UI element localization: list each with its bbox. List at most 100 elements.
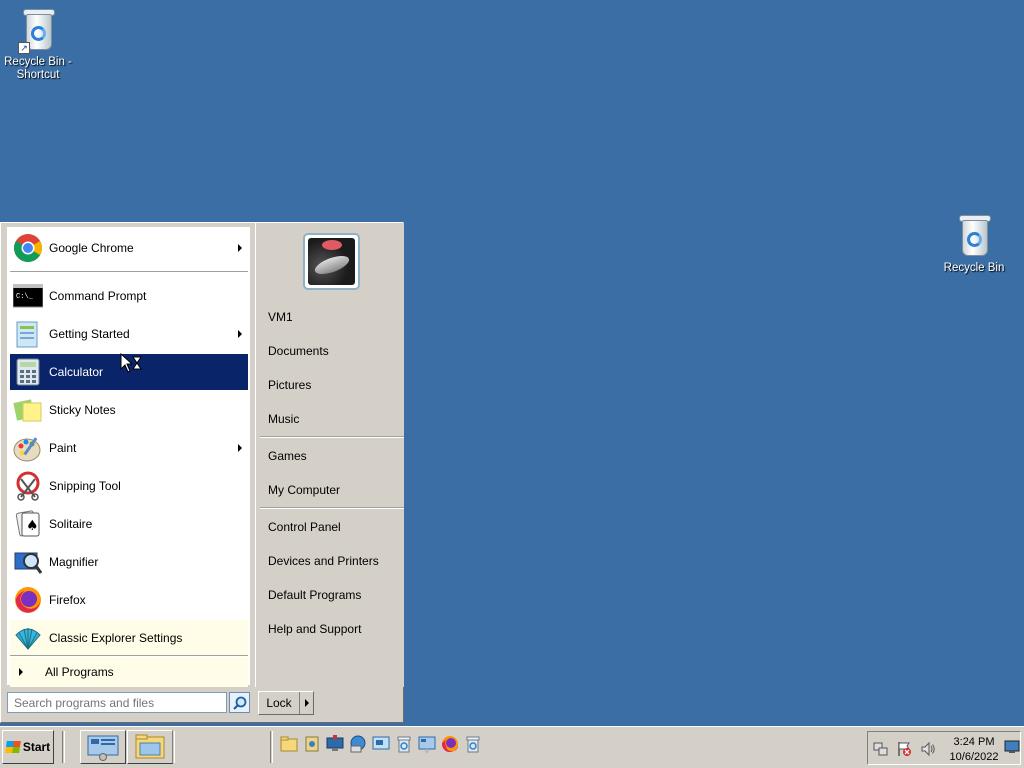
- lock-button[interactable]: Lock: [258, 691, 314, 715]
- search-row: Lock: [7, 691, 399, 717]
- program-label: Sticky Notes: [49, 403, 116, 417]
- program-label: Getting Started: [49, 327, 130, 341]
- clock-date: 10/6/2022: [949, 751, 999, 763]
- svg-text:C:\_: C:\_: [16, 293, 34, 301]
- taskbar-button-server-manager[interactable]: [80, 730, 126, 764]
- start-button[interactable]: Start: [2, 730, 54, 764]
- program-google-chrome[interactable]: Google Chrome: [10, 230, 248, 266]
- place-games[interactable]: Games: [268, 449, 307, 463]
- shortcut-arrow-icon: ↗: [18, 42, 30, 54]
- snipping-tool-icon: [13, 471, 43, 501]
- command-prompt-icon: C:\_: [12, 281, 44, 311]
- network-icon[interactable]: [873, 741, 889, 757]
- places-pane: VM1 Documents Pictures Music Games My Co…: [255, 223, 404, 687]
- solitaire-icon: ♠: [13, 509, 43, 539]
- folder-icon: [135, 734, 165, 759]
- submenu-arrow-icon: [238, 444, 242, 452]
- recycle-bin-icon: [954, 212, 994, 260]
- quicklaunch-server-manager-icon[interactable]: [417, 734, 437, 754]
- desktop-icon-recycle-bin-shortcut[interactable]: ↗ Recycle Bin - Shortcut: [0, 6, 76, 82]
- classic-shell-icon: [13, 623, 43, 653]
- server-manager-icon: [87, 735, 119, 761]
- program-label: Google Chrome: [49, 241, 134, 255]
- chrome-icon: [13, 233, 43, 263]
- taskbar: Start 3:24 PM 10/6/2022: [0, 726, 1024, 768]
- user-picture[interactable]: [303, 233, 360, 290]
- place-help-and-support[interactable]: Help and Support: [268, 622, 361, 636]
- desktop-icon-recycle-bin[interactable]: Recycle Bin: [936, 212, 1012, 275]
- svg-text:♠: ♠: [26, 518, 39, 534]
- notification-area: 3:24 PM 10/6/2022: [867, 731, 1021, 765]
- clock[interactable]: 3:24 PM 10/6/2022: [944, 735, 1004, 765]
- desktop-icon-label: Recycle Bin: [943, 262, 1005, 274]
- quicklaunch-firefox-icon[interactable]: [440, 734, 460, 754]
- place-documents[interactable]: Documents: [268, 344, 329, 358]
- place-control-panel[interactable]: Control Panel: [268, 520, 341, 534]
- start-menu: Google Chrome C:\_ Command Prompt Gettin…: [0, 222, 404, 723]
- all-programs-label: All Programs: [45, 665, 114, 679]
- submenu-arrow-icon: [238, 244, 242, 252]
- place-vm1[interactable]: VM1: [268, 310, 293, 324]
- all-programs-button[interactable]: All Programs: [10, 657, 248, 687]
- divider: [260, 507, 404, 509]
- quicklaunch-recycle-bin-2-icon[interactable]: [463, 734, 483, 754]
- program-magnifier[interactable]: Magnifier: [10, 544, 248, 580]
- program-paint[interactable]: Paint: [10, 430, 248, 466]
- place-default-programs[interactable]: Default Programs: [268, 588, 361, 602]
- calculator-icon: [13, 357, 43, 387]
- divider: [10, 271, 248, 273]
- program-label: Calculator: [49, 365, 104, 379]
- firefox-icon: [13, 585, 43, 615]
- quicklaunch-explorer-icon[interactable]: [279, 734, 299, 754]
- quicklaunch-computer-icon[interactable]: [325, 734, 345, 754]
- lock-label: Lock: [266, 696, 292, 710]
- taskbar-grip[interactable]: [62, 731, 65, 763]
- place-my-computer[interactable]: My Computer: [268, 483, 340, 497]
- recycle-bin-icon: ↗: [18, 6, 58, 54]
- quicklaunch-network-icon[interactable]: [348, 734, 368, 754]
- program-classic-explorer-settings[interactable]: Classic Explorer Settings: [10, 620, 248, 656]
- place-pictures[interactable]: Pictures: [268, 378, 311, 392]
- paint-icon: [13, 433, 43, 463]
- program-firefox[interactable]: Firefox: [10, 582, 248, 618]
- desktop-icon-label: Recycle Bin - Shortcut: [4, 56, 72, 81]
- quicklaunch-recycle-bin-icon[interactable]: [394, 734, 414, 754]
- start-label: Start: [22, 740, 51, 754]
- search-icon: [232, 696, 246, 710]
- program-label: Paint: [49, 441, 77, 455]
- sticky-notes-icon: [13, 395, 43, 425]
- quicklaunch-remote-desktop-icon[interactable]: [371, 734, 391, 754]
- program-label: Command Prompt: [49, 289, 147, 303]
- program-label: Solitaire: [49, 517, 93, 531]
- volume-icon[interactable]: [920, 741, 936, 757]
- program-snipping-tool[interactable]: Snipping Tool: [10, 468, 248, 504]
- taskbar-grip[interactable]: [172, 731, 175, 763]
- place-music[interactable]: Music: [268, 412, 299, 426]
- show-desktop-icon[interactable]: [1004, 740, 1020, 754]
- search-button[interactable]: [229, 692, 250, 713]
- windows-logo-icon: [4, 741, 21, 753]
- program-command-prompt[interactable]: C:\_ Command Prompt: [10, 278, 248, 314]
- program-label: Snipping Tool: [49, 479, 121, 493]
- place-devices-and-printers[interactable]: Devices and Printers: [268, 554, 379, 568]
- all-programs-arrow-icon: [19, 668, 23, 676]
- program-getting-started[interactable]: Getting Started: [10, 316, 248, 352]
- magnifier-icon: [13, 547, 43, 577]
- submenu-arrow-icon: [238, 330, 242, 338]
- programs-pane: Google Chrome C:\_ Command Prompt Gettin…: [7, 227, 250, 687]
- clock-time: 3:24 PM: [953, 736, 995, 748]
- lock-options-arrow-icon[interactable]: [299, 692, 313, 714]
- taskbar-grip[interactable]: [270, 731, 273, 763]
- busy-cursor-icon: [120, 353, 142, 373]
- taskbar-button-windows-explorer[interactable]: [127, 730, 173, 764]
- program-sticky-notes[interactable]: Sticky Notes: [10, 392, 248, 428]
- program-label: Classic Explorer Settings: [49, 631, 183, 645]
- divider: [260, 436, 404, 438]
- program-solitaire[interactable]: ♠ Solitaire: [10, 506, 248, 542]
- search-input[interactable]: [7, 692, 227, 713]
- program-label: Magnifier: [49, 555, 99, 569]
- getting-started-icon: [13, 319, 43, 349]
- action-center-flag-icon[interactable]: [896, 741, 912, 757]
- program-label: Firefox: [49, 593, 86, 607]
- quicklaunch-utility-icon[interactable]: [302, 734, 322, 754]
